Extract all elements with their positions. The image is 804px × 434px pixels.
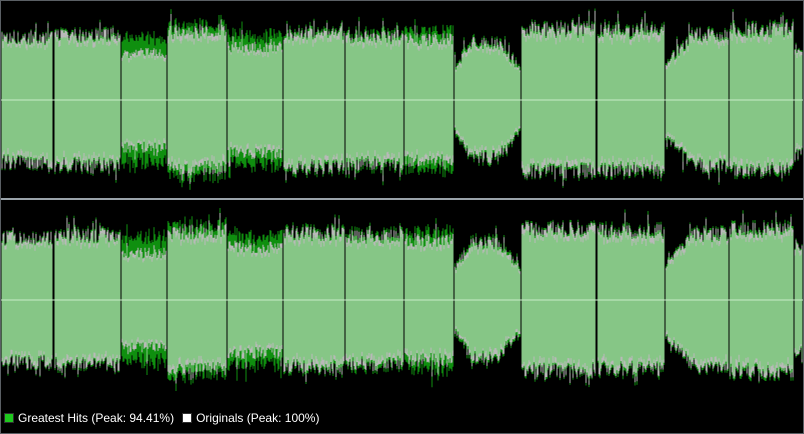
overlap-waveform-segment — [729, 20, 794, 174]
greatest-hits-color-swatch — [4, 413, 14, 423]
overlap-waveform-segment — [1, 232, 53, 371]
right-channel-waveform-graphic — [0, 208, 804, 391]
overlap-waveform-segment — [729, 217, 794, 377]
overlap-waveform-segment — [54, 222, 121, 373]
overlap-waveform-segment — [167, 217, 227, 379]
overlap-waveform-segment — [54, 30, 121, 175]
overlap-waveform-segment — [121, 247, 167, 360]
legend-item-greatest-hits: Greatest Hits (Peak: 94.41%) — [4, 411, 174, 425]
overlap-waveform-segment — [227, 244, 283, 364]
channel-divider — [0, 198, 804, 200]
waveform-comparison-viewer: Greatest Hits (Peak: 94.41%) Originals (… — [0, 0, 804, 434]
legend: Greatest Hits (Peak: 94.41%) Originals (… — [4, 410, 327, 426]
overlap-waveform-segment — [227, 34, 283, 162]
overlap-waveform-segment — [404, 228, 454, 373]
overlap-waveform-segment — [665, 31, 729, 178]
left-channel-waveform[interactable] — [0, 2, 804, 198]
overlap-waveform-segment — [345, 229, 404, 368]
greatest-hits-legend-label: Greatest Hits (Peak: 94.41%) — [18, 411, 175, 425]
overlap-waveform-segment — [794, 244, 803, 360]
overlap-waveform-segment — [404, 29, 454, 166]
legend-item-originals: Originals (Peak: 100%) — [182, 411, 319, 425]
overlap-waveform-segment — [794, 47, 803, 157]
originals-legend-label: Originals (Peak: 100%) — [196, 411, 320, 425]
overlap-waveform-segment — [167, 20, 227, 179]
right-channel-waveform[interactable] — [0, 202, 804, 398]
overlap-waveform-segment — [521, 226, 596, 381]
originals-color-swatch — [182, 413, 193, 423]
left-channel-waveform-graphic — [0, 8, 804, 190]
